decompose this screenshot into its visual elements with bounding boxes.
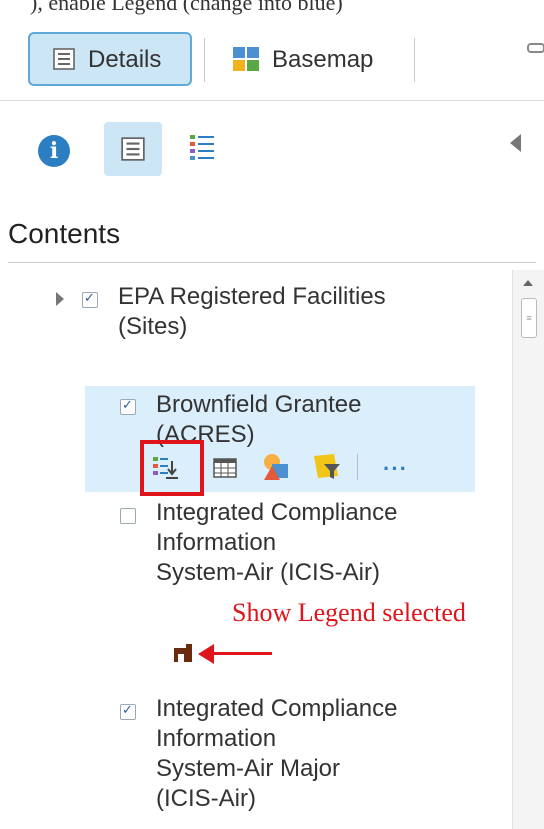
change-style-icon[interactable] <box>260 452 292 482</box>
annotation-text: Show Legend selected <box>232 598 466 627</box>
legend-tab-icon[interactable] <box>188 132 218 162</box>
toolbar-divider <box>414 38 415 82</box>
scroll-thumb[interactable]: ≡ <box>521 298 537 338</box>
top-toolbar: Details Basemap <box>0 0 544 101</box>
scroll-up-icon[interactable] <box>523 280 533 286</box>
tool-divider <box>357 454 358 480</box>
scrollbar[interactable]: ≡ <box>512 270 544 829</box>
layer-name[interactable]: Integrated Compliance Information System… <box>156 498 397 588</box>
details-icon <box>53 48 75 70</box>
annotation-arrow <box>210 652 272 655</box>
layer-name[interactable]: Integrated Compliance Information System… <box>156 694 397 814</box>
about-tab-icon[interactable]: i <box>38 135 70 167</box>
more-options-icon[interactable]: ··· <box>383 456 408 482</box>
show-table-icon[interactable] <box>212 455 238 481</box>
basemap-label: Basemap <box>272 46 374 73</box>
highlight-box <box>140 440 204 496</box>
layer-checkbox[interactable] <box>82 291 98 308</box>
layer-name[interactable]: EPA Registered Facilities (Sites) <box>118 282 386 342</box>
layer-checkbox[interactable] <box>120 703 136 720</box>
content-list-icon <box>121 137 145 161</box>
contents-divider <box>8 262 536 263</box>
basemap-button[interactable]: Basemap <box>232 34 412 84</box>
layer-checkbox[interactable] <box>120 398 136 415</box>
collapse-panel-icon[interactable] <box>510 134 521 152</box>
expand-layer-icon[interactable] <box>56 292 64 306</box>
basemap-icon <box>233 47 259 71</box>
share-icon[interactable] <box>524 38 544 58</box>
contents-title: Contents <box>8 218 121 249</box>
layer-checkbox[interactable] <box>120 508 136 524</box>
annotation-arrow-head <box>198 644 214 664</box>
details-button[interactable]: Details <box>28 32 192 86</box>
content-tab[interactable] <box>104 122 162 176</box>
toolbar-divider <box>204 38 205 82</box>
filter-icon[interactable] <box>312 452 344 482</box>
factory-legend-icon <box>174 644 192 662</box>
details-label: Details <box>88 46 162 73</box>
